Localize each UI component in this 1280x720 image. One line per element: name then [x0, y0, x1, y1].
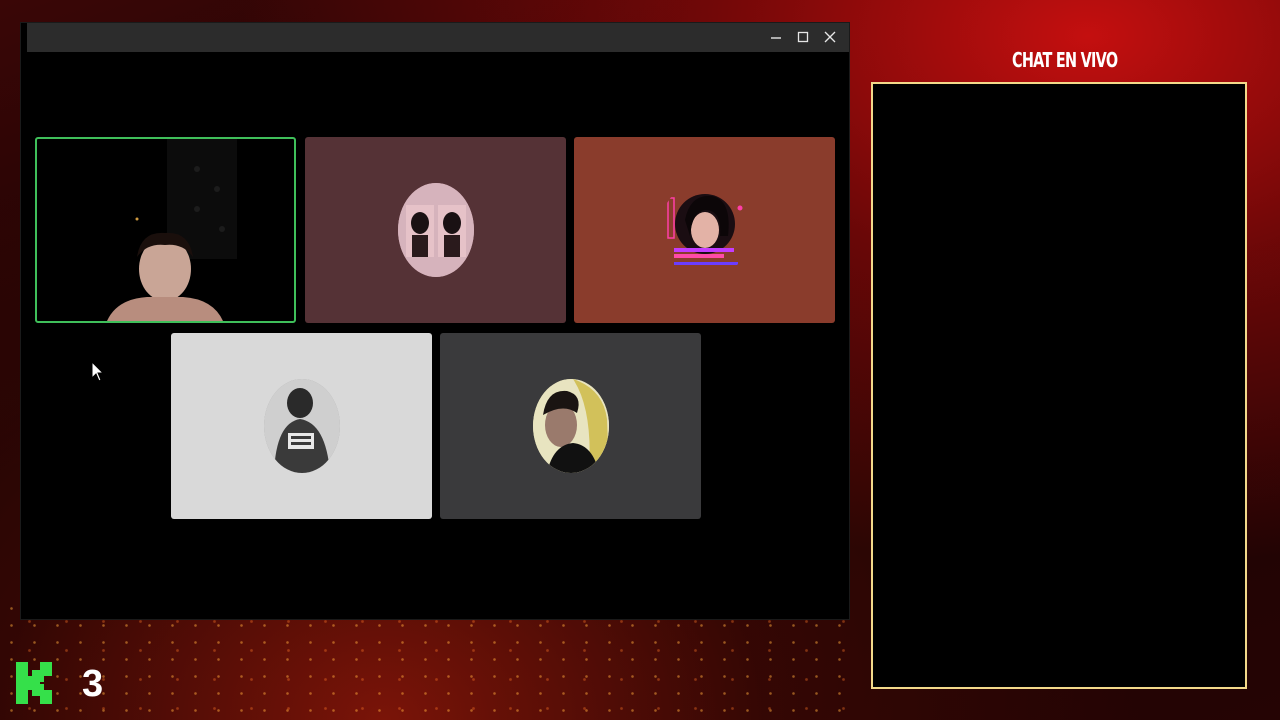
mouse-cursor-icon: [91, 361, 105, 382]
avatar: [397, 183, 474, 277]
video-call-window: [20, 22, 850, 620]
avatar: [532, 379, 609, 473]
channel-logo: 3: [16, 662, 103, 706]
webcam-feed: [107, 139, 237, 321]
close-icon[interactable]: [821, 28, 839, 46]
participant-tile-5[interactable]: [440, 333, 701, 519]
avatar: [263, 379, 340, 473]
maximize-icon[interactable]: [794, 28, 812, 46]
live-chat-panel[interactable]: [871, 82, 1247, 689]
participant-tile-camera[interactable]: [35, 137, 296, 323]
participant-tile-3[interactable]: [574, 137, 835, 323]
logo-number: 3: [82, 663, 104, 705]
participant-tile-4[interactable]: [171, 333, 432, 519]
chat-title: CHAT EN VIVO: [1012, 48, 1118, 72]
minimize-icon[interactable]: [767, 28, 785, 46]
participant-tile-2[interactable]: [305, 137, 566, 323]
k-logo-icon: [16, 662, 52, 704]
avatar: [660, 180, 750, 280]
window-titlebar[interactable]: [27, 23, 849, 52]
